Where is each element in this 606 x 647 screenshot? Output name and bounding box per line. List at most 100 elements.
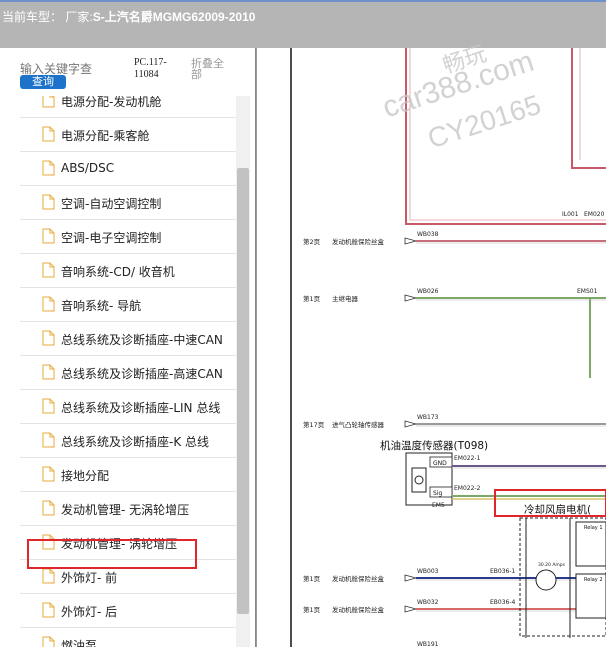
node-label: IL001 xyxy=(562,211,579,218)
document-icon xyxy=(42,96,55,108)
wire-code: WB026 xyxy=(417,288,439,295)
connector-desc: 进气凸轮轴传感器 xyxy=(332,420,385,429)
sensor-pin-label: Sig xyxy=(433,490,442,497)
tree-item-label: 发动机管理- 无涡轮增压 xyxy=(61,503,190,517)
document-icon xyxy=(42,126,55,142)
tree-item[interactable]: 外饰灯- 前 xyxy=(20,560,236,594)
tree-item[interactable]: 总线系统及诊断插座-中速CAN xyxy=(20,322,236,356)
document-icon xyxy=(42,228,55,244)
wire-code: WB191 xyxy=(417,641,439,647)
document-icon xyxy=(42,398,55,414)
tree-item[interactable]: 音响系统- 导航 xyxy=(20,288,236,322)
window-title: 当前车型： 厂家:S-上汽名爵MGMG62009-2010 xyxy=(2,8,255,25)
sensor-symbol xyxy=(411,467,427,493)
wire-code: WB003 xyxy=(417,568,439,575)
tree-item-label: 接地分配 xyxy=(61,469,110,483)
scrollbar-thumb[interactable] xyxy=(237,168,249,614)
document-icon xyxy=(42,330,55,346)
relay-label: Relay 1 xyxy=(584,525,603,531)
tree-item[interactable]: 外饰灯- 后 xyxy=(20,594,236,628)
tree-item[interactable]: 总线系统及诊断插座-K 总线 xyxy=(20,424,236,458)
tree-item[interactable]: 电源分配-发动机舱 xyxy=(20,96,236,118)
document-icon xyxy=(42,194,55,210)
document-icon xyxy=(42,432,55,448)
title-bar: 当前车型： 厂家:S-上汽名爵MGMG62009-2010 xyxy=(0,0,606,48)
title-prefix: 当前车型： xyxy=(2,10,63,24)
fuse-label: 30.20 Amps xyxy=(538,562,566,568)
wire-code: WB032 xyxy=(417,599,439,606)
tree-item-label: 空调-电子空调控制 xyxy=(61,231,162,245)
tree-item[interactable]: 接地分配 xyxy=(20,458,236,492)
title-model: S-上汽名爵MGMG62009-2010 xyxy=(92,10,256,24)
connector-arrow xyxy=(404,294,418,302)
document-icon xyxy=(42,160,55,176)
fan-motor-symbol xyxy=(535,569,557,591)
tree-item-label: 发动机管理- 涡轮增压 xyxy=(61,537,178,551)
wire-code: WB173 xyxy=(417,414,439,421)
wire-code: EM022-2 xyxy=(454,485,481,492)
wire-top-loop xyxy=(405,48,606,225)
tree-item[interactable]: 总线系统及诊断插座-高速CAN xyxy=(20,356,236,390)
node-label: EM020 xyxy=(584,211,605,218)
document-icon xyxy=(42,534,55,550)
page-ref: 第2页 xyxy=(303,237,321,246)
tree-item-label: 音响系统- 导航 xyxy=(61,299,142,313)
document-icon xyxy=(42,296,55,312)
connector-desc: 发动机舱保险丝盒 xyxy=(332,605,385,614)
connector-desc: 发动机舱保险丝盒 xyxy=(332,574,385,583)
connector-arrow xyxy=(404,605,418,613)
search-button[interactable]: 查询 xyxy=(20,75,66,89)
wiring-diagram-canvas: IL001 EM020 第2页发动机舱保险丝盒 WB038 第1页 主继电器 WB026 EM… xyxy=(290,48,606,647)
tree-item[interactable]: 发动机管理- 涡轮增压 xyxy=(20,526,236,560)
document-icon xyxy=(42,500,55,516)
search-row: 查询 PC.117-11084 折叠全部 xyxy=(0,48,256,96)
tree-item-label: ABS/DSC xyxy=(61,161,115,175)
connector-arrow xyxy=(404,420,418,428)
tree-item[interactable]: 总线系统及诊断插座-LIN 总线 xyxy=(20,390,236,424)
tree-item-label: 总线系统及诊断插座-LIN 总线 xyxy=(61,401,221,415)
document-icon xyxy=(42,568,55,584)
document-icon xyxy=(42,636,55,647)
tree-item-label: 外饰灯- 后 xyxy=(61,605,118,619)
tree-item[interactable]: 音响系统-CD/ 收音机 xyxy=(20,254,236,288)
node-label: EB036-4 xyxy=(490,599,516,606)
tree-item-label: 电源分配-乘客舱 xyxy=(61,129,150,143)
node-label: EB036-1 xyxy=(490,568,516,575)
pc-code: PC.117-11084 xyxy=(134,57,167,80)
tree-item-label: 燃油泵 xyxy=(61,639,98,647)
tree-item-label: 外饰灯- 前 xyxy=(61,571,118,585)
wire-top-right xyxy=(571,48,606,169)
wire-code: WB038 xyxy=(417,231,439,238)
document-tree: 电源分配-发动机舱 电源分配-乘客舱 ABS/DSC 空调-自动空调控制空调-电子空调… xyxy=(20,96,236,647)
title-maker-label: 厂家: xyxy=(65,10,93,24)
connector-arrow xyxy=(404,237,418,245)
document-icon xyxy=(42,602,55,618)
connector-desc: 主继电器 xyxy=(332,294,359,303)
tree-item[interactable]: ABS/DSC xyxy=(20,152,236,186)
tree-item-label: 电源分配-发动机舱 xyxy=(61,96,162,109)
wire-code: EM022-1 xyxy=(454,455,481,462)
document-icon xyxy=(42,466,55,482)
page-ref: 第17页 xyxy=(303,420,325,429)
sensor-pin-label: GND xyxy=(433,460,447,467)
document-icon xyxy=(42,262,55,278)
relay-label: Relay 2 xyxy=(584,577,603,583)
tree-item-label: 音响系统-CD/ 收音机 xyxy=(61,265,175,279)
panel-splitter[interactable] xyxy=(256,48,280,647)
page-ref: 第1页 xyxy=(303,574,321,583)
page-ref: 第1页 xyxy=(303,605,321,614)
wire-top-loop-inner xyxy=(409,48,606,221)
document-icon xyxy=(42,364,55,380)
tree-item[interactable]: 燃油泵 xyxy=(20,628,236,647)
tree-item[interactable]: 发动机管理- 无涡轮增压 xyxy=(20,492,236,526)
tree-item[interactable]: 电源分配-乘客舱 xyxy=(20,118,236,152)
sensor-title: 机油温度传感器(T098) xyxy=(380,439,488,452)
fan-title: 冷却风扇电机( xyxy=(524,503,591,516)
node-label: EMS01 xyxy=(577,288,598,295)
tree-item-label: 总线系统及诊断插座-K 总线 xyxy=(61,435,210,449)
tree-item[interactable]: 空调-自动空调控制 xyxy=(20,186,236,220)
catalog-panel: 查询 PC.117-11084 折叠全部 电源分配-发动机舱电源分配-乘客舱 AB… xyxy=(0,48,256,647)
tree-item[interactable]: 空调-电子空调控制 xyxy=(20,220,236,254)
connector-arrow xyxy=(404,574,418,582)
collapse-all-button[interactable]: 折叠全部 xyxy=(191,58,231,80)
